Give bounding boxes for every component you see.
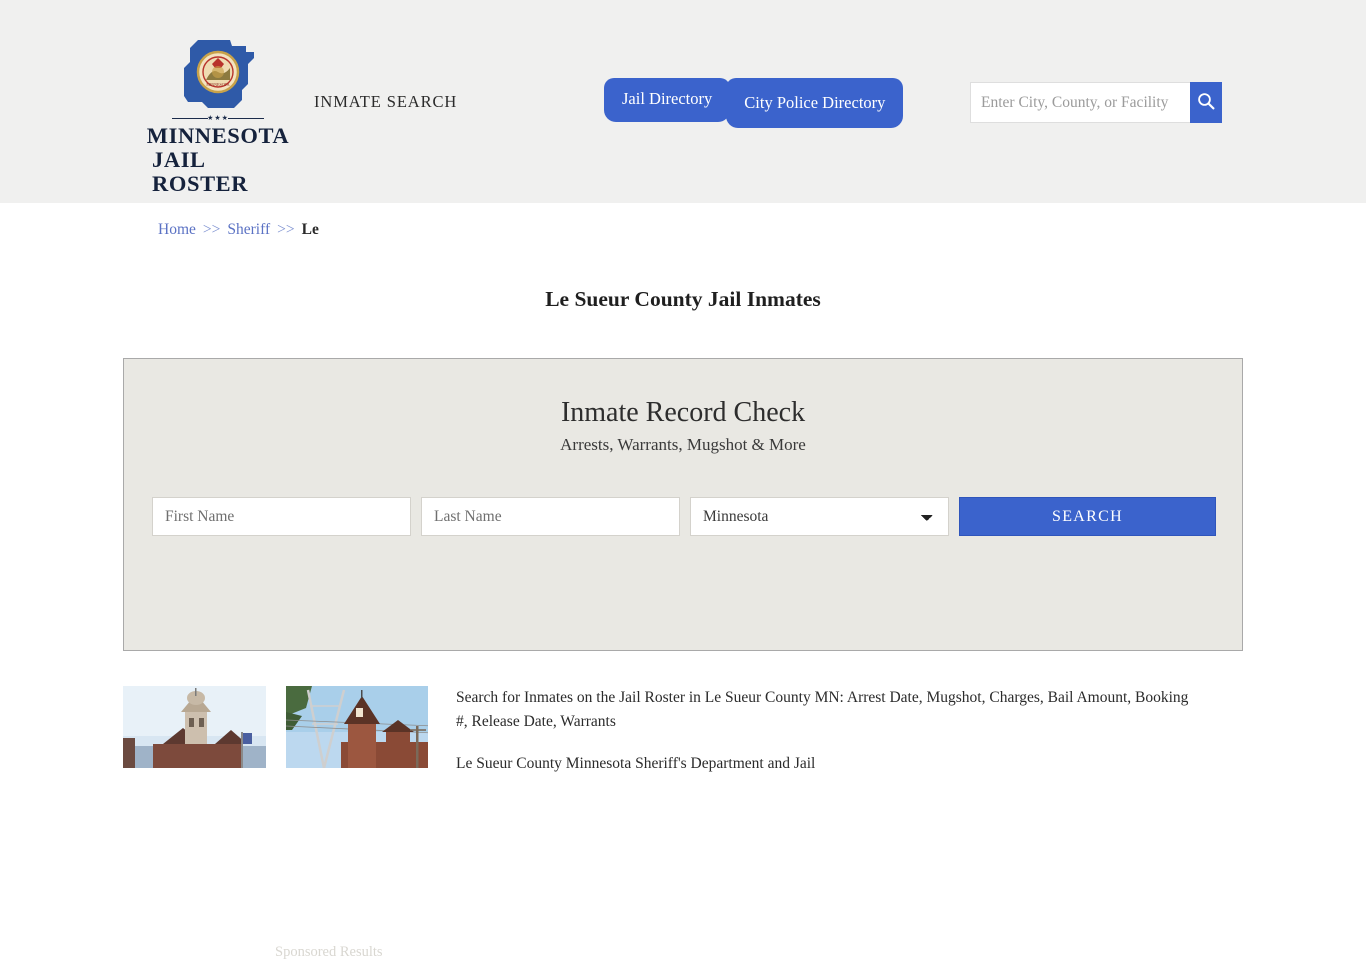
breadcrumb-current: Le [301, 221, 319, 238]
last-name-input[interactable] [421, 497, 680, 536]
primary-navigation: Jail Directory City Police Directory [604, 78, 904, 128]
nav-jail-directory[interactable]: Jail Directory [604, 78, 731, 122]
record-check-form: Minnesota SEARCH [152, 497, 1216, 536]
description-paragraph-2: Le Sueur County Minnesota Sheriff's Depa… [456, 755, 816, 773]
le-sueur-county-jail-tower-photo [285, 686, 428, 768]
county-info-section: Search for Inmates on the Jail Roster in… [123, 686, 1243, 776]
breadcrumb-separator-2: >> [277, 221, 295, 238]
search-icon [1196, 91, 1216, 114]
county-description: Search for Inmates on the Jail Roster in… [456, 686, 1196, 776]
logo-divider: ★★★ [172, 115, 264, 122]
search-input[interactable] [970, 82, 1190, 123]
record-search-button[interactable]: SEARCH [959, 497, 1216, 536]
breadcrumb-separator-1: >> [202, 221, 221, 238]
logo-line-2: JAIL ROSTER [152, 147, 249, 197]
nav-city-police-directory[interactable]: City Police Directory [726, 78, 904, 128]
sponsored-results-label: Sponsored Results [275, 944, 383, 960]
logo-stars: ★★★ [207, 114, 229, 122]
inmate-record-check-card: Inmate Record Check Arrests, Warrants, M… [123, 358, 1243, 960]
svg-text:MINNESOTA: MINNESOTA [206, 82, 229, 87]
site-header: MINNESOTA ★★★ MINNESOTA JAIL ROSTER INMA… [0, 0, 1366, 203]
site-tagline: INMATE SEARCH [314, 92, 458, 111]
site-logo[interactable]: MINNESOTA ★★★ MINNESOTA JAIL ROSTER [147, 38, 289, 196]
breadcrumb-home[interactable]: Home [158, 221, 196, 238]
breadcrumb: Home >> Sheriff >> Le [158, 221, 319, 239]
card-title: Inmate Record Check [560, 397, 806, 428]
le-sueur-county-courthouse-photo [123, 686, 266, 768]
card-subtitle: Arrests, Warrants, Mugshot & More [560, 435, 806, 454]
logo-line-1: MINNESOTA [146, 123, 290, 148]
county-photos [123, 686, 428, 776]
page-title: Le Sueur County Jail Inmates [545, 287, 821, 312]
search-submit-button[interactable] [1190, 82, 1222, 123]
description-paragraph-1: Search for Inmates on the Jail Roster in… [456, 689, 1189, 731]
header-search [970, 82, 1222, 123]
state-select[interactable]: Minnesota [690, 497, 949, 536]
breadcrumb-sheriff[interactable]: Sheriff [227, 221, 270, 238]
minnesota-state-seal-icon: MINNESOTA [168, 38, 268, 114]
first-name-input[interactable] [152, 497, 411, 536]
